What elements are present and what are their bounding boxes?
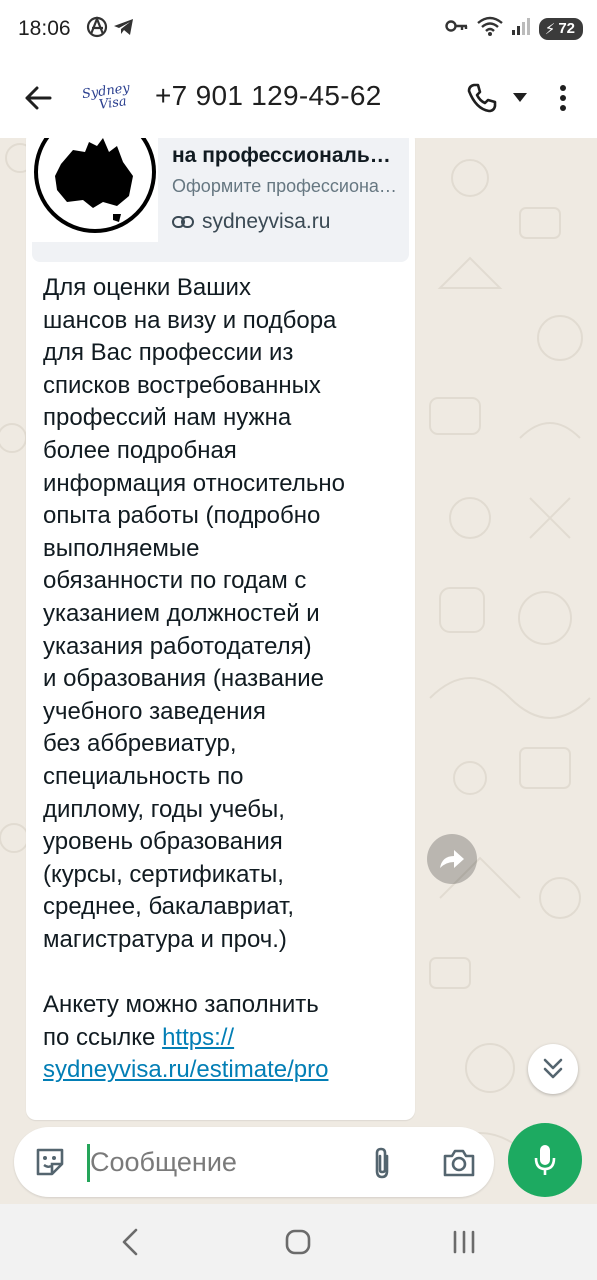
link-preview[interactable]: на профессиональную визу Оформите профес… <box>32 138 409 262</box>
system-navigation-bar <box>0 1204 597 1280</box>
chat-area[interactable]: на профессиональную визу Оформите профес… <box>0 138 597 1204</box>
battery-icon: ⚡ 72 <box>538 17 583 40</box>
message-body: Для оценки Ваших шансов на визу и подбор… <box>43 274 345 1051</box>
anarchy-icon <box>86 16 108 43</box>
key-icon <box>445 17 469 40</box>
call-options-button[interactable] <box>508 86 532 110</box>
telegram-icon <box>112 16 136 43</box>
avatar-text-line2: Visa <box>98 94 128 113</box>
nav-recents-icon <box>453 1230 475 1254</box>
voice-message-button[interactable] <box>508 1123 582 1197</box>
link-preview-url: sydneyvisa.ru <box>202 210 331 233</box>
contact-avatar[interactable]: Sydney Visa <box>78 76 134 120</box>
camera-button[interactable] <box>440 1145 478 1181</box>
nav-home-icon <box>285 1229 311 1255</box>
link-preview-title: на профессиональную визу <box>172 144 398 167</box>
more-options-button[interactable] <box>550 80 576 116</box>
voice-call-button[interactable] <box>462 80 502 116</box>
status-notification-icons <box>86 16 136 43</box>
contact-name[interactable]: +7 901 129-45-62 <box>155 80 382 112</box>
caret-down-icon <box>513 93 527 102</box>
wifi-icon <box>476 15 503 42</box>
battery-level: 72 <box>558 20 575 37</box>
nav-back-icon <box>122 1228 138 1256</box>
link-icon <box>172 216 194 228</box>
back-arrow-icon <box>25 86 52 110</box>
forward-icon <box>440 850 464 868</box>
message-input[interactable] <box>90 1141 350 1183</box>
microphone-icon <box>534 1145 556 1175</box>
nav-home-button[interactable] <box>280 1224 316 1260</box>
message-bubble[interactable]: на профессиональную визу Оформите профес… <box>26 138 415 1120</box>
double-chevron-down-icon <box>543 1058 563 1079</box>
sticker-button[interactable] <box>32 1144 68 1180</box>
status-time: 18:06 <box>18 17 71 40</box>
australia-map-icon <box>34 138 156 233</box>
phone-icon <box>467 83 497 113</box>
back-button[interactable] <box>20 80 56 116</box>
more-vertical-icon <box>560 85 566 111</box>
link-preview-thumbnail <box>32 138 158 242</box>
paperclip-icon <box>375 1147 389 1179</box>
link-preview-url-row: sydneyvisa.ru <box>172 210 330 234</box>
message-composer <box>14 1127 494 1197</box>
attach-button[interactable] <box>366 1144 398 1182</box>
nav-recents-button[interactable] <box>446 1224 482 1260</box>
link-preview-description: Оформите профессиональную визу в Австрал… <box>172 176 398 196</box>
chat-header: Sydney Visa +7 901 129-45-62 <box>0 58 597 138</box>
scroll-to-bottom-button[interactable] <box>528 1044 578 1094</box>
forward-button[interactable] <box>427 834 477 884</box>
signal-icon <box>511 16 531 41</box>
status-system-icons: ⚡ 72 <box>445 15 583 42</box>
message-text: Для оценки Ваших шансов на визу и подбор… <box>43 272 409 1087</box>
sticker-icon <box>36 1148 64 1176</box>
status-bar: 18:06 ⚡ 72 <box>0 0 597 58</box>
nav-back-button[interactable] <box>114 1224 146 1260</box>
camera-icon <box>443 1149 475 1177</box>
